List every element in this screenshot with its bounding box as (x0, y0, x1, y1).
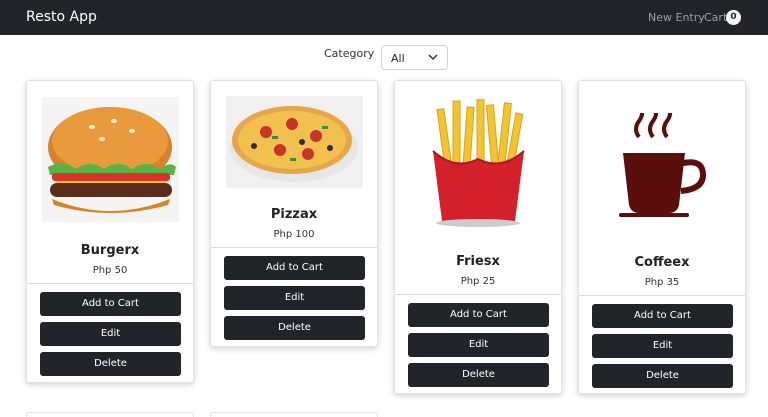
edit-button[interactable]: Edit (224, 286, 365, 310)
category-select[interactable]: All (381, 45, 448, 70)
fries-image (432, 99, 525, 227)
card-divider (579, 295, 745, 296)
product-name: Pizzax (270, 207, 318, 222)
card-divider (27, 283, 193, 284)
product-name: Burgerx (80, 243, 140, 258)
delete-button[interactable]: Delete (40, 352, 181, 376)
edit-button[interactable]: Edit (40, 322, 181, 346)
product-price: Php 35 (644, 277, 680, 288)
brand-title[interactable]: Resto App (26, 9, 97, 25)
navbar: Resto App New Entry Cart 0 (0, 0, 768, 35)
add-to-cart-button[interactable]: Add to Cart (408, 303, 549, 327)
product-card: Burgerx Php 50 Add to Cart Edit Delete (26, 80, 194, 383)
pizza-image (226, 96, 363, 188)
coffee-cup-image (619, 113, 707, 217)
product-price: Php 100 (273, 229, 315, 240)
product-price: Php 50 (92, 265, 128, 276)
add-to-cart-button[interactable]: Add to Cart (40, 292, 181, 316)
product-card: Pizzax Php 100 Add to Cart Edit Delete (210, 80, 378, 347)
product-name: Friesx (456, 254, 500, 269)
cart-link[interactable]: Cart (704, 11, 727, 24)
product-card (26, 412, 194, 417)
product-price: Php 25 (460, 276, 496, 287)
burger-image (42, 97, 179, 222)
cart-count-badge[interactable]: 0 (726, 10, 741, 25)
product-name: Coffeex (634, 255, 690, 270)
add-to-cart-button[interactable]: Add to Cart (224, 256, 365, 280)
delete-button[interactable]: Delete (592, 364, 733, 388)
chevron-down-icon (428, 54, 438, 61)
edit-button[interactable]: Edit (408, 333, 549, 357)
category-label: Category (324, 47, 375, 60)
product-card: Friesx Php 25 Add to Cart Edit Delete (394, 80, 562, 394)
add-to-cart-button[interactable]: Add to Cart (592, 304, 733, 328)
category-selected-value: All (391, 52, 405, 65)
new-entry-link[interactable]: New Entry (648, 11, 705, 24)
edit-button[interactable]: Edit (592, 334, 733, 358)
product-card (210, 412, 378, 417)
delete-button[interactable]: Delete (408, 363, 549, 387)
product-card: Coffeex Php 35 Add to Cart Edit Delete (578, 80, 746, 394)
card-divider (211, 247, 377, 248)
card-divider (395, 294, 561, 295)
delete-button[interactable]: Delete (224, 316, 365, 340)
